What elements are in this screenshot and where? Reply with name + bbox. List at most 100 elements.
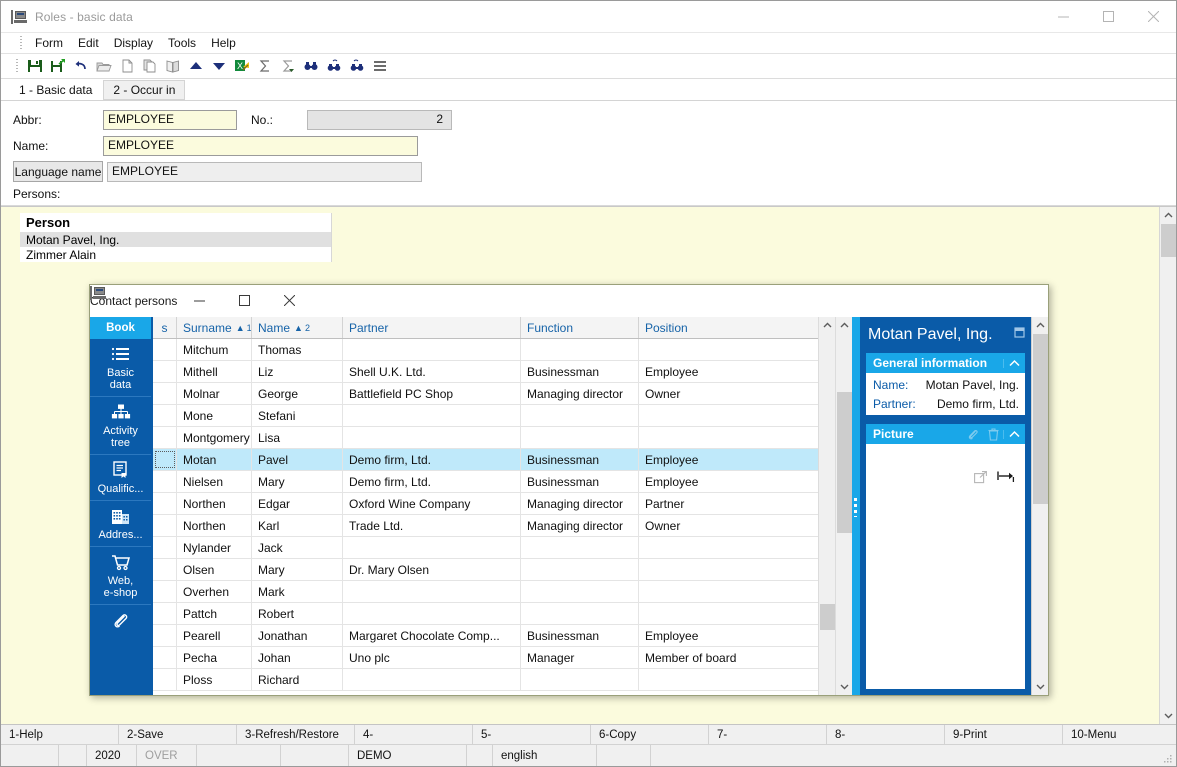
table-cell-position[interactable] [639,559,757,580]
table-cell-position[interactable]: Owner [639,383,757,404]
move-down-icon[interactable] [208,56,229,77]
table-cell-partner[interactable] [343,669,521,690]
table-cell-surname[interactable]: Overhen [177,581,252,602]
table-cell-position[interactable] [639,669,757,690]
column-header-name[interactable]: Name ▲ 2 [252,317,343,338]
main-vertical-scrollbar[interactable] [1159,207,1176,724]
table-cell-function[interactable] [521,603,639,624]
fkey-8[interactable]: 8- [827,725,945,744]
table-cell-function[interactable]: Managing director [521,383,639,404]
fkey-2-save[interactable]: 2-Save [119,725,237,744]
column-header-function[interactable]: Function [521,317,639,338]
table-cell-s[interactable] [153,603,177,624]
table-cell-surname[interactable]: Northen [177,515,252,536]
table-cell-name[interactable]: George [252,383,343,404]
expand-icon[interactable] [974,471,987,487]
resize-grip-icon[interactable] [1161,752,1173,764]
minimize-icon[interactable] [1041,1,1086,32]
find-next-icon[interactable] [323,56,344,77]
table-row[interactable]: OlsenMaryDr. Mary Olsen [153,559,818,581]
table-cell-function[interactable]: Businessman [521,449,639,470]
table-cell-partner[interactable]: Demo firm, Ltd. [343,449,521,470]
scroll-thumb[interactable] [837,392,852,533]
table-cell-name[interactable]: Mary [252,471,343,492]
persons-column-header[interactable]: Person [20,213,332,232]
table-cell-name[interactable]: Lisa [252,427,343,448]
table-cell-name[interactable]: Jonathan [252,625,343,646]
table-cell-s[interactable] [153,581,177,602]
scroll-track[interactable] [836,334,852,678]
chevron-up-icon[interactable] [1003,430,1025,439]
save-icon[interactable] [24,56,45,77]
fkey-7[interactable]: 7- [709,725,827,744]
fkey-9-print[interactable]: 9-Print [945,725,1063,744]
menu-item-edit[interactable]: Edit [71,34,106,53]
table-cell-function[interactable] [521,669,639,690]
table-row[interactable]: NorthenEdgarOxford Wine CompanyManaging … [153,493,818,515]
table-cell-partner[interactable]: Dr. Mary Olsen [343,559,521,580]
scroll-up-icon[interactable] [819,317,836,334]
toolbar-grip[interactable] [15,59,19,74]
table-cell-function[interactable]: Managing director [521,493,639,514]
fkey-10-menu[interactable]: 10-Menu [1063,725,1176,744]
table-cell-s[interactable] [153,339,177,360]
table-cell-position[interactable]: Employee [639,471,757,492]
close-icon[interactable] [1131,1,1176,32]
table-cell-s[interactable] [153,449,177,470]
persons-row[interactable]: Motan Pavel, Ing. [20,232,332,247]
sidebar-item-basic-data[interactable]: Basic data [90,339,151,397]
table-cell-position[interactable] [639,537,757,558]
table-row[interactable]: MoneStefani [153,405,818,427]
persons-row[interactable]: Zimmer Alain [20,247,332,262]
table-cell-s[interactable] [153,471,177,492]
scroll-thumb[interactable] [820,604,835,630]
table-cell-name[interactable]: Liz [252,361,343,382]
table-cell-function[interactable] [521,537,639,558]
find-icon[interactable] [300,56,321,77]
table-cell-s[interactable] [153,669,177,690]
table-cell-partner[interactable]: Battlefield PC Shop [343,383,521,404]
table-cell-surname[interactable]: Montgomery [177,427,252,448]
chevron-up-icon[interactable] [1003,359,1025,368]
fkey-1-help[interactable]: 1-Help [1,725,119,744]
fkey-6-copy[interactable]: 6-Copy [591,725,709,744]
table-cell-s[interactable] [153,493,177,514]
table-cell-name[interactable]: Mary [252,559,343,580]
menu-item-form[interactable]: Form [28,34,70,53]
table-cell-partner[interactable]: Oxford Wine Company [343,493,521,514]
table-cell-surname[interactable]: Mithell [177,361,252,382]
table-cell-name[interactable]: Karl [252,515,343,536]
save-close-icon[interactable] [47,56,68,77]
table-row[interactable]: PechaJohanUno plcManagerMember of board [153,647,818,669]
table-cell-s[interactable] [153,427,177,448]
table-row[interactable]: MontgomeryLisa [153,427,818,449]
move-up-icon[interactable] [185,56,206,77]
table-cell-position[interactable] [639,427,757,448]
table-row[interactable]: NielsenMaryDemo firm, Ltd.BusinessmanEmp… [153,471,818,493]
table-cell-position[interactable]: Employee [639,625,757,646]
table-cell-surname[interactable]: Motan [177,449,252,470]
fkey-4[interactable]: 4- [355,725,473,744]
column-header-position[interactable]: Position [639,317,757,338]
table-cell-s[interactable] [153,405,177,426]
table-row[interactable]: MitchumThomas [153,339,818,361]
column-header-partner[interactable]: Partner [343,317,521,338]
sum-filter-icon[interactable] [277,56,298,77]
maximize-icon[interactable] [222,285,267,316]
sidebar-item-web-eshop[interactable]: Web, e-shop [90,547,151,605]
table-cell-function[interactable] [521,339,639,360]
minimize-icon[interactable] [177,285,222,316]
table-cell-function[interactable] [521,581,639,602]
table-row[interactable]: NorthenKarlTrade Ltd.Managing directorOw… [153,515,818,537]
table-cell-function[interactable]: Businessman [521,625,639,646]
table-cell-surname[interactable]: Pearell [177,625,252,646]
table-cell-surname[interactable]: Pecha [177,647,252,668]
table-cell-partner[interactable] [343,603,521,624]
table-cell-s[interactable] [153,537,177,558]
table-cell-s[interactable] [153,625,177,646]
scroll-track[interactable] [819,334,836,695]
open-folder-icon[interactable] [93,56,114,77]
table-cell-position[interactable]: Partner [639,493,757,514]
new-document-icon[interactable] [116,56,137,77]
detail-vertical-scrollbar[interactable] [1031,317,1048,695]
